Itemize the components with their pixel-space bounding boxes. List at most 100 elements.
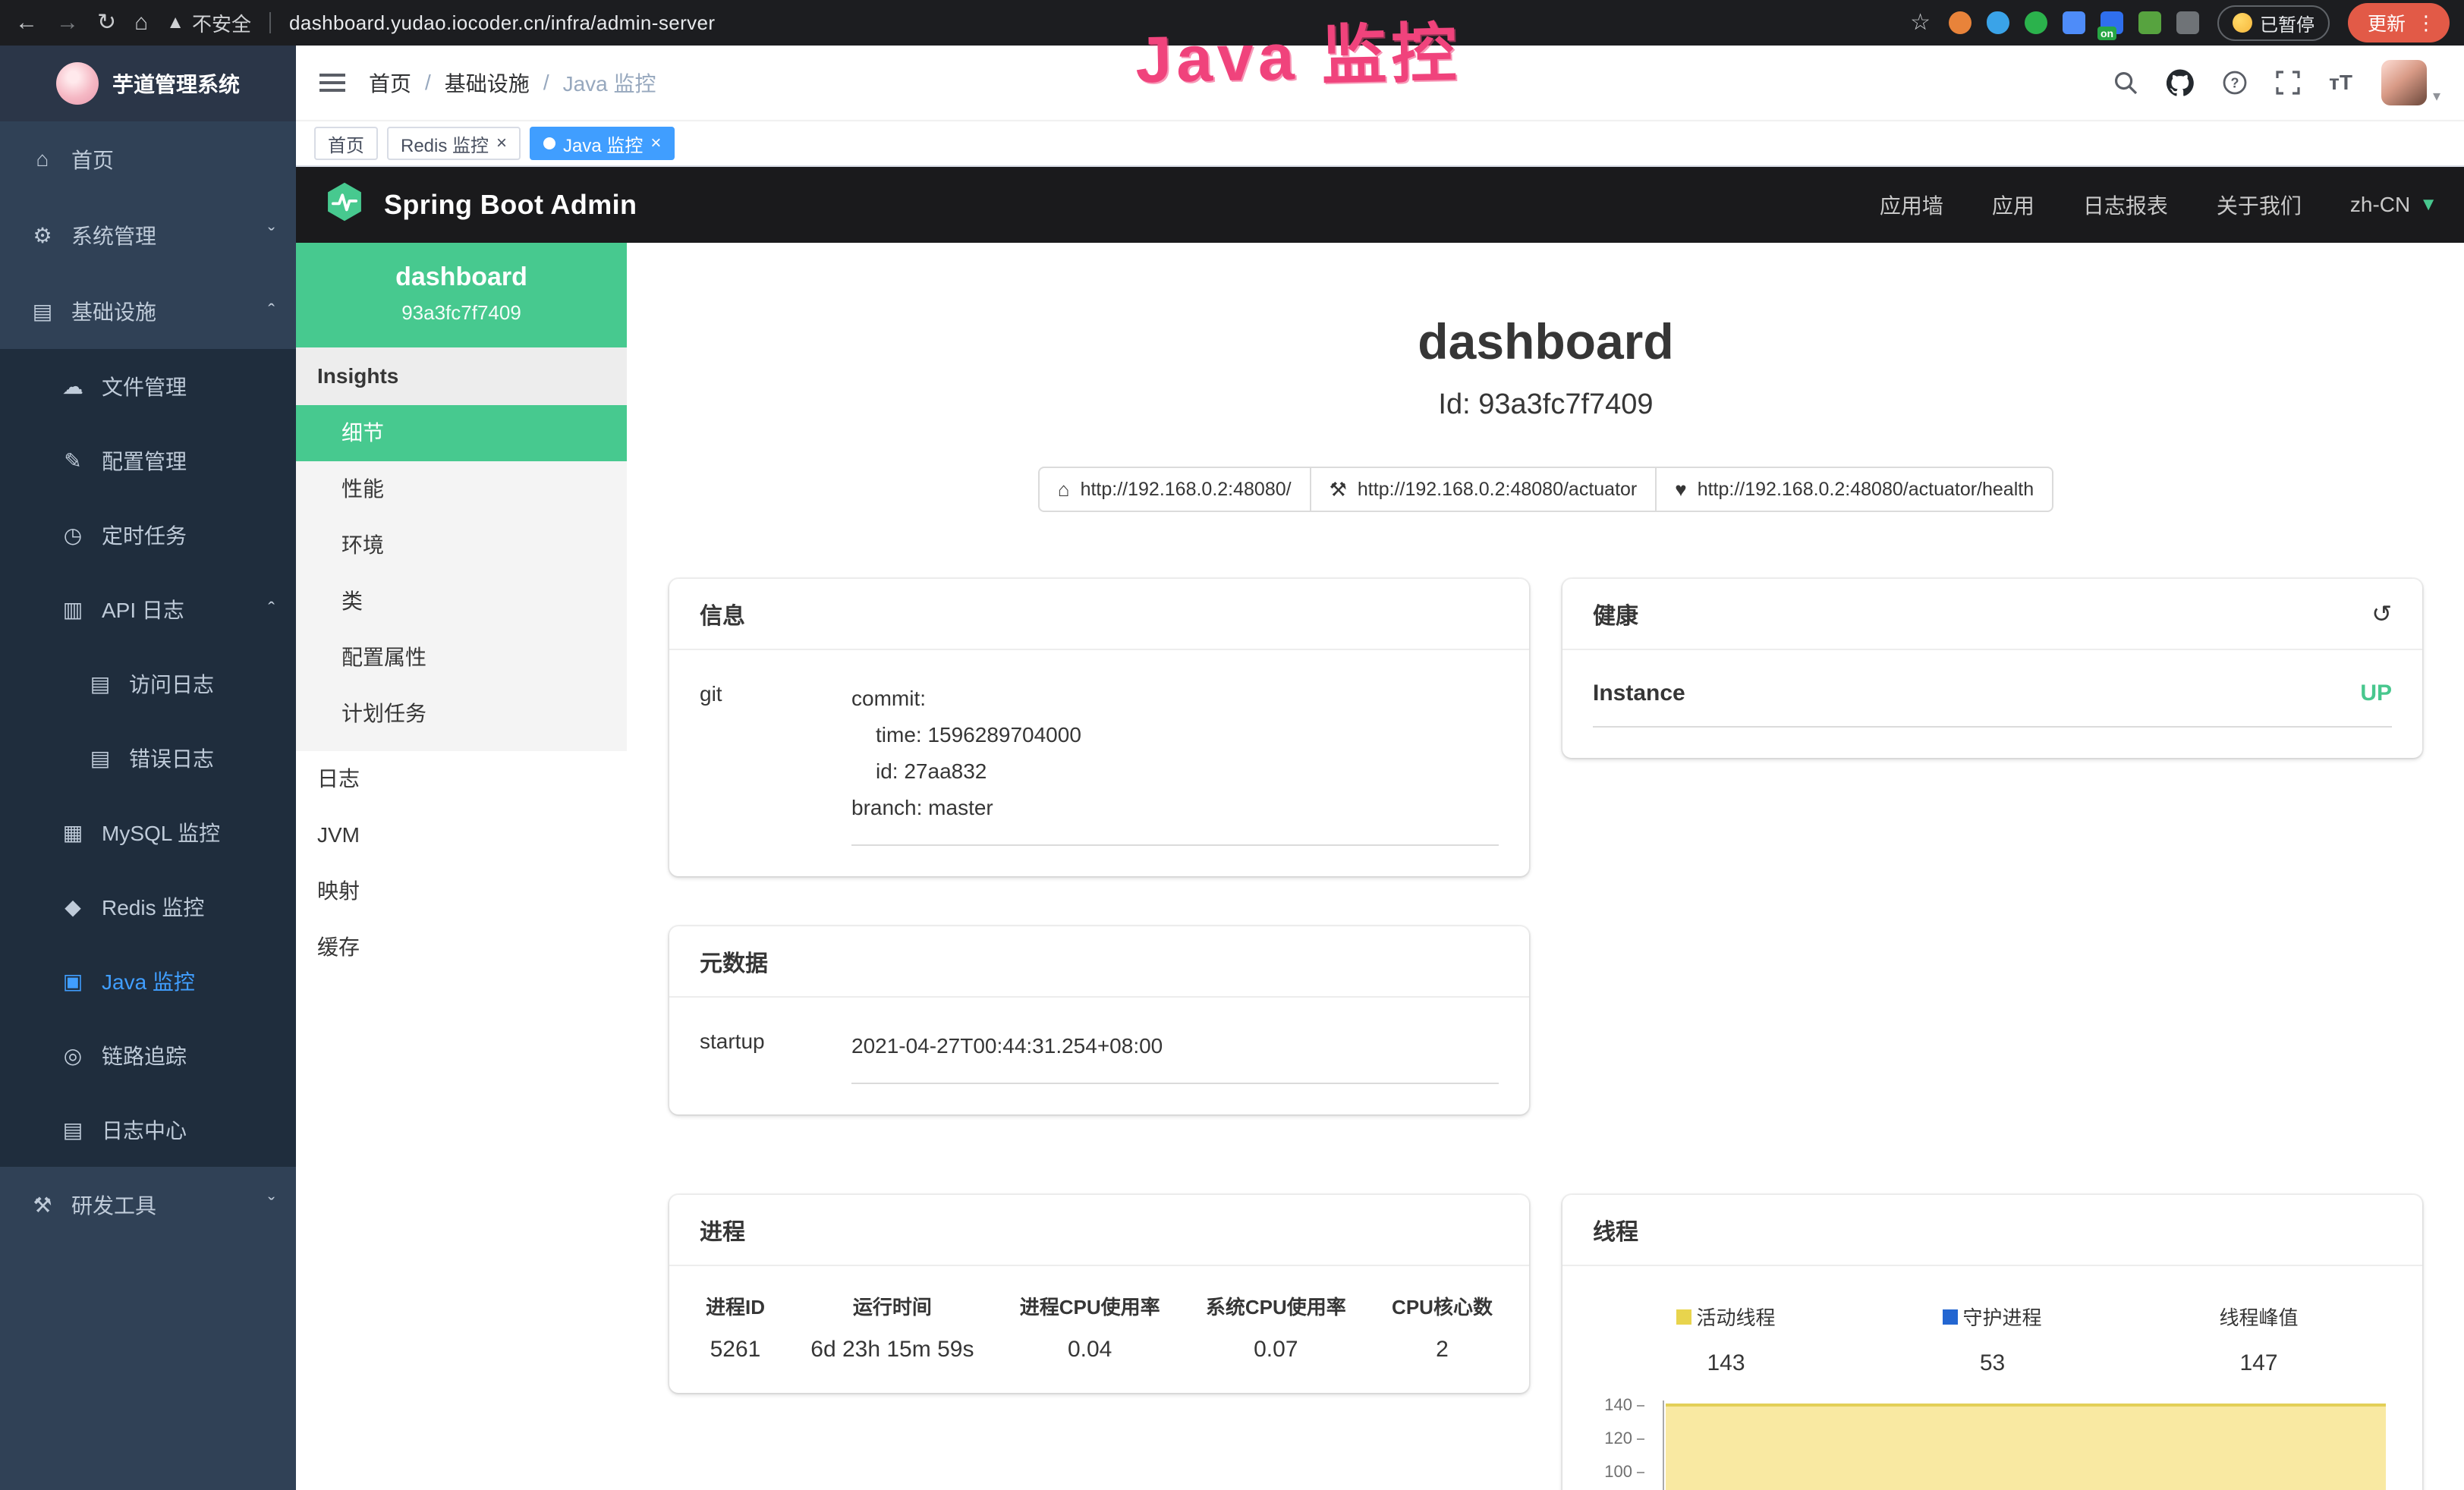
- app-logo[interactable]: 芋道管理系统: [0, 46, 296, 121]
- infra-submenu: ☁ 文件管理 ✎ 配置管理 ◷ 定时任务 ▥ API 日志 ˆ: [0, 349, 296, 1167]
- active-dot: [543, 137, 555, 149]
- sba-nav-wallboard[interactable]: 应用墙: [1880, 190, 1943, 220]
- info-card-title: 信息: [669, 579, 1529, 650]
- breadcrumb-infra[interactable]: 基础设施: [445, 68, 530, 98]
- emoji-face-icon: [2233, 13, 2252, 33]
- redis-icon: ◆: [61, 894, 85, 919]
- page-title: dashboard: [669, 313, 2422, 370]
- sidebar-item-redis-monitor[interactable]: ◆ Redis 监控: [0, 869, 296, 944]
- extension-icon-3[interactable]: [2025, 11, 2047, 34]
- paused-badge[interactable]: 已暂停: [2217, 5, 2330, 41]
- legend-yellow-swatch: [1676, 1309, 1691, 1325]
- extension-icon-4[interactable]: [2063, 11, 2085, 34]
- info-key: git: [700, 681, 851, 846]
- home-icon[interactable]: ⌂: [134, 11, 148, 34]
- avatar[interactable]: [2381, 60, 2427, 105]
- hamburger-icon[interactable]: [296, 74, 369, 92]
- chevron-down-icon: ▼: [2419, 194, 2437, 215]
- history-icon[interactable]: ↺: [2371, 599, 2392, 628]
- chevron-down-icon: ˇ: [268, 224, 275, 247]
- extension-icon-1[interactable]: [1949, 11, 1972, 34]
- sidebar-item-config[interactable]: ✎ 配置管理: [0, 423, 296, 498]
- process-col-cpus: CPU核心数 2: [1392, 1292, 1493, 1363]
- sidebar-item-devtools[interactable]: ⚒ 研发工具 ˇ: [0, 1167, 296, 1243]
- chevron-down-icon: ˇ: [268, 1193, 275, 1217]
- info-value: commit: time: 1596289704000 id: 27aa832 …: [851, 681, 1499, 846]
- sba-nav-applications[interactable]: 应用: [1992, 190, 2034, 220]
- tools-icon: ⚒: [30, 1193, 55, 1218]
- sidebar-item-log-center[interactable]: ▤ 日志中心: [0, 1092, 296, 1167]
- help-icon[interactable]: ?: [2223, 71, 2247, 95]
- tab-home[interactable]: 首页: [314, 127, 378, 160]
- breadcrumb-home[interactable]: 首页: [369, 68, 411, 98]
- menu-item-jvm[interactable]: JVM: [296, 807, 627, 863]
- locale-selector[interactable]: zh-CN ▼: [2350, 193, 2437, 217]
- sidebar-item-infra[interactable]: ▤ 基础设施 ˆ: [0, 273, 296, 349]
- address-url[interactable]: dashboard.yudao.iocoder.cn/infra/admin-s…: [289, 11, 715, 35]
- page-subtitle: Id: 93a3fc7f7409: [669, 388, 2422, 421]
- health-status-badge: UP: [2360, 681, 2392, 706]
- close-icon[interactable]: ×: [496, 134, 507, 152]
- bookmark-star-icon[interactable]: ☆: [1910, 11, 1931, 34]
- search-icon[interactable]: [2113, 71, 2138, 95]
- back-icon[interactable]: ←: [15, 11, 38, 34]
- tab-java-monitor[interactable]: Java 监控 ×: [530, 127, 675, 160]
- sidebar-item-files[interactable]: ☁ 文件管理: [0, 349, 296, 423]
- menu-item-caches[interactable]: 缓存: [296, 919, 627, 976]
- font-size-icon[interactable]: тT: [2329, 71, 2352, 95]
- threads-card-title: 线程: [1562, 1195, 2422, 1266]
- tab-redis-monitor[interactable]: Redis 监控 ×: [387, 127, 521, 160]
- forward-icon[interactable]: →: [56, 11, 79, 34]
- extension-icon-2[interactable]: [1987, 11, 2009, 34]
- sidebar-item-mysql-monitor[interactable]: ▦ MySQL 监控: [0, 795, 296, 869]
- sidebar-item-scheduled-jobs[interactable]: ◷ 定时任务: [0, 498, 296, 572]
- insights-item-details[interactable]: 细节: [296, 405, 627, 461]
- insights-item-environment[interactable]: 环境: [296, 517, 627, 574]
- actuator-url-button[interactable]: ⚒ http://192.168.0.2:48080/actuator: [1310, 467, 1657, 512]
- process-col-process-cpu: 进程CPU使用率 0.04: [1020, 1292, 1160, 1363]
- warning-icon: ▲: [166, 12, 184, 33]
- threads-legend: 活动线程 143 守护进程: [1593, 1303, 2392, 1376]
- sidebar-item-system[interactable]: ⚙ 系统管理 ˇ: [0, 197, 296, 273]
- sidebar-item-home[interactable]: ⌂ 首页: [0, 121, 296, 197]
- navbar: 首页 / 基础设施 / Java 监控 ?: [296, 46, 2464, 121]
- sba-nav: 应用墙 应用 日志报表 关于我们 zh-CN ▼: [1880, 190, 2437, 220]
- sidebar-item-java-monitor[interactable]: ▣ Java 监控: [0, 944, 296, 1018]
- insights-item-configprops[interactable]: 配置属性: [296, 630, 627, 686]
- health-instance-label: Instance: [1593, 681, 1685, 706]
- clock-icon: ◷: [61, 523, 85, 548]
- doc-icon: ▤: [88, 746, 112, 771]
- browser-menu-kebab-icon[interactable]: ⋮: [2416, 13, 2436, 33]
- reload-icon[interactable]: ↻: [97, 11, 116, 34]
- sba-nav-journal[interactable]: 日志报表: [2083, 190, 2168, 220]
- sidebar-item-api-logs[interactable]: ▥ API 日志 ˆ: [0, 572, 296, 646]
- insights-item-classes[interactable]: 类: [296, 574, 627, 630]
- sidebar-item-access-logs[interactable]: ▤ 访问日志: [0, 646, 296, 721]
- legend-blue-swatch: [1943, 1309, 1958, 1325]
- ytick-140: 140: [1593, 1397, 1644, 1413]
- insights-item-metrics[interactable]: 性能: [296, 461, 627, 517]
- user-menu[interactable]: ▾: [2381, 60, 2440, 105]
- extensions-puzzle-icon[interactable]: [2176, 11, 2199, 34]
- instance-header[interactable]: dashboard 93a3fc7f7409: [296, 243, 627, 347]
- sba-nav-about[interactable]: 关于我们: [2217, 190, 2302, 220]
- insights-item-scheduledtasks[interactable]: 计划任务: [296, 686, 627, 742]
- github-icon[interactable]: [2167, 69, 2194, 96]
- fullscreen-icon[interactable]: [2276, 71, 2300, 95]
- ytick-100: 100: [1593, 1464, 1644, 1479]
- security-warning[interactable]: ▲ 不安全: [166, 9, 251, 37]
- chart-plot-area: [1663, 1400, 2386, 1490]
- menu-item-mappings[interactable]: 映射: [296, 863, 627, 919]
- update-button[interactable]: 更新 ⋮: [2348, 3, 2450, 42]
- sidebar-menu: ⌂ 首页 ⚙ 系统管理 ˇ ▤ 基础设施 ˆ ☁ 文件管理: [0, 121, 296, 1490]
- sidebar-item-error-logs[interactable]: ▤ 错误日志: [0, 721, 296, 795]
- database-icon: ▦: [61, 820, 85, 845]
- menu-item-logs[interactable]: 日志: [296, 751, 627, 807]
- base-url-button[interactable]: ⌂ http://192.168.0.2:48080/: [1038, 467, 1311, 512]
- health-url-button[interactable]: ♥ http://192.168.0.2:48080/actuator/heal…: [1655, 467, 2053, 512]
- extension-icon-6[interactable]: [2138, 11, 2161, 34]
- sidebar-item-tracing[interactable]: ◎ 链路追踪: [0, 1018, 296, 1092]
- close-icon[interactable]: ×: [650, 134, 661, 152]
- extension-icon-5[interactable]: on: [2101, 11, 2123, 34]
- monitor-icon: ▤: [30, 299, 55, 324]
